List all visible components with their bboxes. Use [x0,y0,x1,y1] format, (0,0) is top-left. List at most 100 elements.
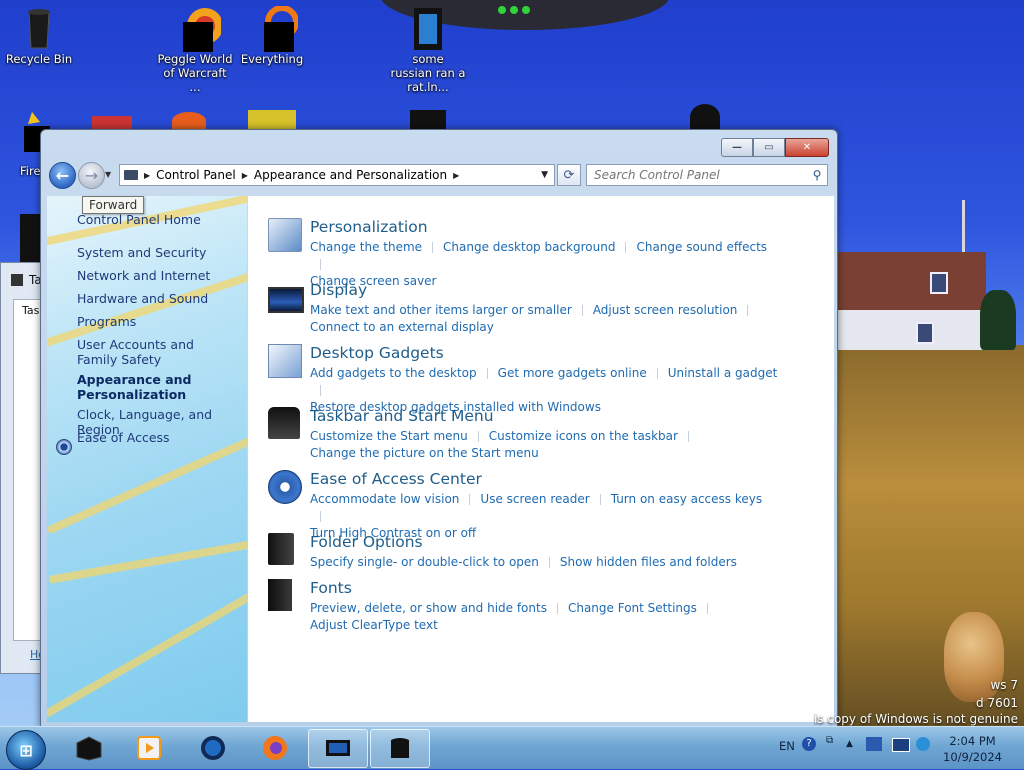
nav-ease-of-access[interactable]: Ease of Access [77,430,237,445]
clock[interactable]: 2:04 PM 10/9/2024 [943,733,1002,765]
link-easy-access-keys[interactable]: Turn on easy access keys [611,492,762,506]
link-change-start-picture[interactable]: Change the picture on the Start menu [310,446,539,460]
search-box[interactable]: ⚲ [586,164,828,186]
address-bar[interactable]: ▶ Control Panel ▶ Appearance and Persona… [119,164,555,186]
file-icon [408,6,448,50]
category-title[interactable]: Fonts [310,579,352,597]
taskbar-app[interactable] [120,729,178,766]
link-show-hidden-files[interactable]: Show hidden files and folders [560,555,737,569]
taskbar-app[interactable] [184,729,242,766]
start-button[interactable]: ⊞ [6,730,46,770]
link-change-sound-effects[interactable]: Change sound effects [636,240,767,254]
link-change-theme[interactable]: Change the theme [310,240,422,254]
link-add-gadgets[interactable]: Add gadgets to the desktop [310,366,477,380]
link-change-desktop-background[interactable]: Change desktop background [443,240,615,254]
taskbar-app-open[interactable] [308,729,368,768]
link-text-size[interactable]: Make text and other items larger or smal… [310,303,572,317]
desktop-icon-everything[interactable]: Everything [234,5,310,66]
nav-control-panel-home[interactable]: Control Panel Home [77,212,237,227]
link-screen-resolution[interactable]: Adjust screen resolution [593,303,738,317]
recent-pages-dropdown[interactable]: ▼ [105,170,111,179]
forward-tooltip: Forward [82,196,145,214]
category-title[interactable]: Desktop Gadgets [310,344,444,362]
minimize-button[interactable]: — [721,138,753,157]
link-cleartype[interactable]: Adjust ClearType text [310,618,438,632]
forward-arrow-icon: → [84,166,99,185]
fonts-icon [268,579,292,611]
nav-hardware-sound[interactable]: Hardware and Sound [77,291,237,306]
search-icon[interactable]: ⚲ [807,168,827,182]
help-icon[interactable]: ? [802,737,816,751]
desktop-icon-russian-rat[interactable]: some russian ran a rat.ln... [390,6,466,94]
taskbar-app-firefox[interactable] [246,729,304,766]
link-separator [581,305,583,316]
category-links: Preview, delete, or show and hide fonts C… [310,600,780,634]
tab-label[interactable]: Tas [22,304,39,317]
refresh-button[interactable]: ⟳ [557,164,581,186]
link-separator [477,431,479,442]
link-preview-fonts[interactable]: Preview, delete, or show and hide fonts [310,601,547,615]
link-single-double-click[interactable]: Specify single- or double-click to open [310,555,539,569]
current-section-bullet-icon [56,439,72,455]
nav-user-accounts[interactable]: User Accounts and Family Safety [77,337,227,367]
media-player-icon [137,735,161,760]
window-controls: — ▭ ✕ [721,138,829,157]
nav-appearance-personalization[interactable]: Appearance and Personalization [77,372,217,402]
link-separator [747,305,749,316]
partial-icon-strip [410,110,446,130]
edge-tray-icon[interactable] [916,737,930,751]
link-more-gadgets[interactable]: Get more gadgets online [498,366,647,380]
language-indicator[interactable]: EN [779,739,795,753]
show-hidden-icons-icon[interactable]: ▲ [846,739,853,749]
background-window[interactable]: Ta Tas Ho [0,262,45,674]
link-customize-start-menu[interactable]: Customize the Start menu [310,429,468,443]
close-button[interactable]: ✕ [785,138,829,157]
forward-button[interactable]: → [78,162,105,189]
link-separator [320,385,321,396]
network-icon[interactable] [866,737,882,751]
partial-icon-strip [172,112,206,130]
partial-icon-strip [20,214,42,262]
category-title[interactable]: Personalization [310,218,428,236]
category-title[interactable]: Display [310,281,367,299]
taskbar: ⊞ EN ? ⧉ ▲ 2:04 PM 10/9/2024 [0,726,1024,770]
desktop-icon-peggle[interactable]: Peggle World of Warcraft ... [157,6,233,94]
back-button[interactable]: ← [49,162,76,189]
desktop-icon-label: some russian ran a rat.ln... [390,52,466,94]
breadcrumb-arrow-icon[interactable]: ▶ [453,171,459,180]
maximize-button[interactable]: ▭ [753,138,785,157]
monitor-tray-icon[interactable] [892,738,910,752]
taskbar-app-control-panel[interactable] [370,729,430,768]
link-separator [320,511,321,522]
link-font-settings[interactable]: Change Font Settings [568,601,697,615]
link-uninstall-gadget[interactable]: Uninstall a gadget [668,366,778,380]
link-external-display[interactable]: Connect to an external display [310,320,494,334]
desktop-icon-recycle-bin[interactable]: Recycle Bin [1,6,77,66]
content-pane: Personalization Change the theme Change d… [248,196,834,722]
black-box-app-icon [76,735,102,761]
control-panel-window: — ▭ ✕ ← → ▼ ▶ Control Panel ▶ Appearance… [40,129,838,728]
link-separator [706,603,708,614]
breadcrumb-control-panel[interactable]: Control Panel [150,168,242,182]
category-title[interactable]: Folder Options [310,533,423,551]
link-customize-taskbar-icons[interactable]: Customize icons on the taskbar [489,429,678,443]
link-screen-reader[interactable]: Use screen reader [480,492,589,506]
category-title[interactable]: Taskbar and Start Menu [310,407,494,425]
firefox-icon [263,735,287,760]
desktop-icon-label: Fire [20,164,41,178]
link-separator [625,242,627,253]
nav-system-security[interactable]: System and Security [77,245,237,260]
link-separator [432,242,434,253]
address-dropdown-icon[interactable]: ▼ [541,170,548,180]
category-links: Specify single- or double-click to open S… [310,554,780,571]
nav-programs[interactable]: Programs [77,314,237,329]
taskbar-app[interactable] [60,729,118,766]
link-low-vision[interactable]: Accommodate low vision [310,492,459,506]
category-title[interactable]: Ease of Access Center [310,470,482,488]
search-input[interactable] [587,167,807,183]
peggle-icon [175,6,223,52]
link-separator [556,603,558,614]
action-center-icon[interactable]: ⧉ [826,735,833,746]
nav-network-internet[interactable]: Network and Internet [77,268,237,283]
breadcrumb-appearance[interactable]: Appearance and Personalization [248,168,453,182]
